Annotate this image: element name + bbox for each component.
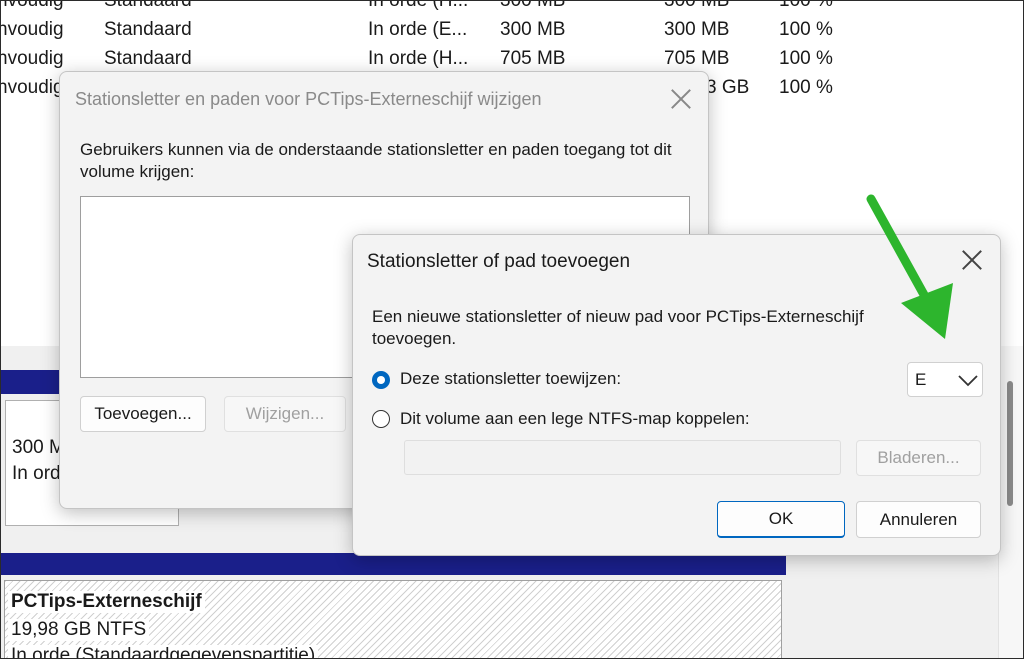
volume-capacity: 300 MB	[500, 19, 566, 40]
volume-free: 300 MB	[664, 19, 730, 40]
dialog-description: Een nieuwe stationsletter of nieuw pad v…	[372, 307, 864, 348]
volume-free: 300 MB	[664, 0, 730, 11]
dialog-title: Stationsletter of pad toevoegen	[367, 251, 631, 272]
volume-status: In orde (H...	[368, 0, 469, 11]
volume-pct: 100 %	[779, 0, 833, 11]
scrollbar[interactable]	[998, 346, 1023, 658]
volume-fs: Standaard	[104, 48, 192, 69]
volume-capacity: 300 MB	[500, 0, 566, 11]
disk-management-window: nvoudig Standaard In orde (H... 300 MB 3…	[0, 0, 1024, 659]
volume-row[interactable]: nvoudig Standaard In orde (H... 300 MB 3…	[0, 0, 1001, 15]
assign-letter-label[interactable]: Deze stationsletter toewijzen:	[400, 368, 621, 390]
folder-path-input[interactable]	[404, 440, 841, 475]
volume-pct: 100 %	[779, 48, 833, 69]
arrow-icon	[866, 194, 953, 339]
mount-folder-radio[interactable]	[372, 410, 390, 428]
disk-bar	[1, 553, 786, 575]
volume-type: nvoudig	[0, 48, 64, 69]
partition-pctips[interactable]: PCTips-Externeschijf 19,98 GB NTFS In or…	[4, 580, 782, 658]
chevron-down-icon	[958, 375, 978, 387]
volume-type: nvoudig	[0, 77, 64, 98]
volume-row[interactable]: nvoudig Standaard In orde (E... 300 MB 3…	[1, 16, 1001, 44]
drive-letter-select[interactable]: E	[907, 362, 983, 397]
volume-capacity: 705 MB	[500, 48, 566, 69]
add-button[interactable]: Toevoegen...	[80, 396, 206, 432]
volume-name: PCTips-Externeschijf	[8, 591, 205, 613]
dialog-title: Stationsletter en paden voor PCTips-Exte…	[75, 89, 542, 109]
close-icon[interactable]	[670, 88, 692, 110]
volume-size: 19,98 GB NTFS	[8, 619, 150, 641]
partition-status: In ord	[9, 463, 64, 485]
ok-button[interactable]: OK	[717, 501, 845, 538]
volume-pct: 100 %	[779, 77, 833, 98]
volume-type: nvoudig	[0, 19, 64, 40]
volume-fs: Standaard	[104, 19, 192, 40]
dialog-description: Gebruikers kunnen via de onderstaande st…	[80, 140, 672, 181]
browse-button[interactable]: Bladeren...	[856, 440, 981, 476]
volume-free: 3 GB	[706, 77, 750, 98]
cancel-button[interactable]: Annuleren	[856, 501, 981, 538]
volume-row[interactable]: nvoudig Standaard In orde (H... 705 MB 7…	[1, 45, 1001, 73]
drive-letter-value: E	[915, 370, 927, 389]
volume-status: In orde (H...	[368, 48, 469, 69]
volume-pct: 100 %	[779, 19, 833, 40]
mount-folder-label[interactable]: Dit volume aan een lege NTFS-map koppele…	[400, 408, 750, 430]
change-button[interactable]: Wijzigen...	[224, 396, 346, 432]
volume-type: nvoudig	[0, 0, 64, 11]
volume-free: 705 MB	[664, 48, 730, 69]
volume-fs: Standaard	[104, 0, 192, 11]
volume-status: In orde (E...	[368, 19, 468, 40]
volume-status: In orde (Standaardgegevenspartitie)	[8, 645, 319, 658]
close-icon[interactable]	[961, 249, 983, 271]
assign-letter-radio[interactable]	[372, 371, 390, 389]
scrollbar-thumb[interactable]	[1007, 381, 1013, 506]
